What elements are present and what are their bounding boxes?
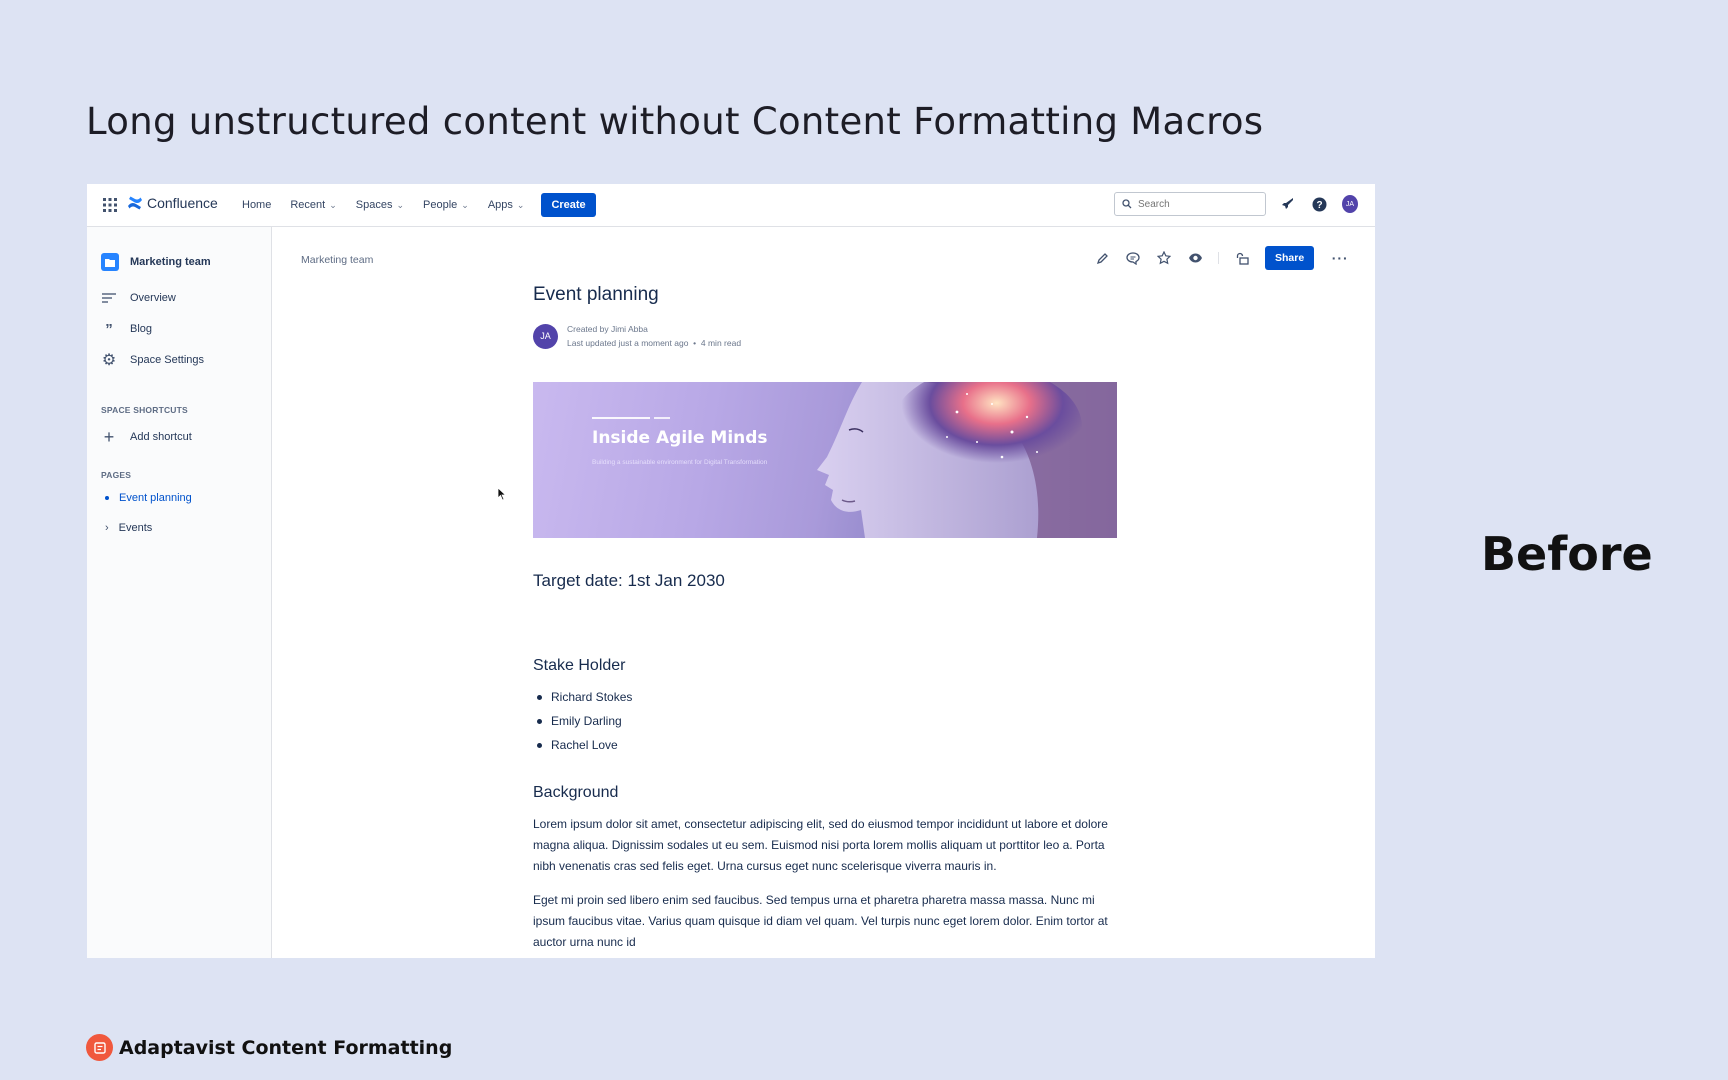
list-item: Emily Darling xyxy=(537,709,1117,733)
search-input[interactable] xyxy=(1138,198,1258,210)
created-by: Created by Jimi Abba xyxy=(567,324,648,334)
nav-recent[interactable]: Recent ⌄ xyxy=(290,199,336,211)
banner-decor-line xyxy=(592,417,650,419)
nav-spaces[interactable]: Spaces ⌄ xyxy=(356,199,404,211)
page-item-events[interactable]: › Events xyxy=(105,522,152,534)
stakeholder-heading: Stake Holder xyxy=(533,657,626,674)
add-shortcut-button[interactable]: + Add shortcut xyxy=(101,426,192,447)
brand-footer: Adaptavist Content Formatting xyxy=(86,1034,452,1061)
nav-people[interactable]: People ⌄ xyxy=(423,199,469,211)
logo-text: Confluence xyxy=(147,195,218,211)
adaptavist-logo-icon xyxy=(86,1034,113,1061)
sidebar-item-overview[interactable]: Overview xyxy=(101,290,176,306)
nav-label: Home xyxy=(242,199,272,211)
list-item: Richard Stokes xyxy=(537,685,1117,709)
help-icon[interactable]: ? xyxy=(1311,196,1327,212)
nav-label: Apps xyxy=(487,199,513,211)
stakeholder-list: Richard Stokes Emily Darling Rachel Love xyxy=(533,685,1117,757)
star-icon[interactable] xyxy=(1156,250,1172,266)
chevron-down-icon: ⌄ xyxy=(516,199,525,210)
banner-subtitle: Building a sustainable environment for D… xyxy=(592,459,768,466)
shortcuts-heading: SPACE SHORTCUTS xyxy=(101,405,188,415)
quote-icon: ” xyxy=(105,320,113,338)
banner-image: Inside Agile Minds Building a sustainabl… xyxy=(533,382,1117,538)
byline: JA Created by Jimi Abba Last updated jus… xyxy=(533,322,1117,350)
confluence-window: Confluence Home Recent ⌄ Spaces ⌄ People ⌄ … xyxy=(87,184,1375,958)
background-paragraph: Lorem ipsum dolor sit amet, consectetur … xyxy=(533,817,1108,873)
sidebar-item-label: Overview xyxy=(130,292,176,304)
mouse-cursor-icon xyxy=(497,487,507,501)
search-icon xyxy=(1122,199,1132,209)
confluence-logo[interactable]: Confluence xyxy=(127,195,218,211)
confluence-logo-icon xyxy=(128,196,142,210)
chevron-right-icon: › xyxy=(105,522,109,534)
svg-text:?: ? xyxy=(1316,200,1322,211)
space-header[interactable]: Marketing team xyxy=(101,253,211,271)
page-actions: Share ··· xyxy=(1094,246,1363,270)
page-meta: Created by Jimi Abba Last updated just a… xyxy=(567,322,741,350)
top-navigation: Confluence Home Recent ⌄ Spaces ⌄ People ⌄ … xyxy=(87,184,1375,227)
profile-avatar[interactable]: JA xyxy=(1342,195,1358,213)
nav-home[interactable]: Home xyxy=(242,199,271,211)
restrictions-lock-icon[interactable] xyxy=(1234,250,1250,266)
gear-icon: ⚙ xyxy=(101,352,117,369)
background-heading: Background xyxy=(533,784,619,801)
background-paragraph: Eget mi proin sed libero enim sed faucib… xyxy=(533,893,1108,949)
page-item-label: Events xyxy=(118,522,153,534)
space-icon xyxy=(101,253,119,271)
nav-label: Spaces xyxy=(355,199,393,211)
page-title: Event planning xyxy=(533,284,659,305)
sidebar: Marketing team Overview ” Blog ⚙ Space S… xyxy=(87,227,272,958)
banner-title: Inside Agile Minds xyxy=(592,428,768,448)
nav-label: Recent xyxy=(290,199,326,211)
main-nav: Home Recent ⌄ Spaces ⌄ People ⌄ Apps ⌄ Creat… xyxy=(242,184,596,226)
brand-name: Adaptavist Content Formatting xyxy=(119,1036,453,1059)
more-actions-icon[interactable]: ··· xyxy=(1332,250,1348,266)
sidebar-item-label: Blog xyxy=(130,323,153,335)
author-avatar[interactable]: JA xyxy=(533,323,558,349)
pages-heading: PAGES xyxy=(101,470,132,480)
search-box[interactable] xyxy=(1114,192,1266,216)
updated-row: Last updated just a moment ago • 4 min r… xyxy=(567,338,742,348)
edit-icon[interactable] xyxy=(1094,250,1110,266)
chevron-down-icon: ⌄ xyxy=(461,199,469,210)
comment-icon[interactable] xyxy=(1125,250,1141,266)
divider xyxy=(1218,252,1219,264)
banner-decor-line xyxy=(654,417,670,419)
watch-eye-icon[interactable] xyxy=(1187,250,1203,266)
face-illustration xyxy=(817,382,1117,538)
sidebar-item-blog[interactable]: ” Blog xyxy=(101,320,153,338)
target-date: Target date: 1st Jan 2030 xyxy=(533,571,725,590)
sidebar-item-label: Space Settings xyxy=(130,354,204,366)
app-switcher-icon[interactable] xyxy=(103,198,117,212)
page-content: Event planning JA Created by Jimi Abba L… xyxy=(533,284,1117,953)
page-item-label: Event planning xyxy=(119,492,192,504)
share-button[interactable]: Share xyxy=(1265,246,1315,270)
active-dot-icon xyxy=(105,496,109,500)
nav-apps[interactable]: Apps ⌄ xyxy=(488,199,525,211)
slide-title: Long unstructured content without Conten… xyxy=(86,100,1264,143)
add-shortcut-label: Add shortcut xyxy=(130,431,192,443)
last-updated: Last updated just a moment ago xyxy=(567,338,689,348)
breadcrumb[interactable]: Marketing team xyxy=(301,254,373,266)
notifications-icon[interactable] xyxy=(1280,196,1296,212)
before-label: Before xyxy=(1481,527,1653,581)
chevron-down-icon: ⌄ xyxy=(396,199,404,210)
chevron-down-icon: ⌄ xyxy=(329,199,337,210)
avatar: JA xyxy=(1342,195,1358,213)
sidebar-item-space-settings[interactable]: ⚙ Space Settings xyxy=(101,352,204,369)
create-button[interactable]: Create xyxy=(541,193,596,217)
read-time: 4 min read xyxy=(700,338,742,348)
page-item-event-planning[interactable]: Event planning xyxy=(105,492,192,504)
plus-icon: + xyxy=(103,426,115,447)
space-name: Marketing team xyxy=(130,256,211,268)
list-item: Rachel Love xyxy=(537,733,1117,757)
nav-label: People xyxy=(423,199,458,211)
overview-icon xyxy=(101,290,117,306)
